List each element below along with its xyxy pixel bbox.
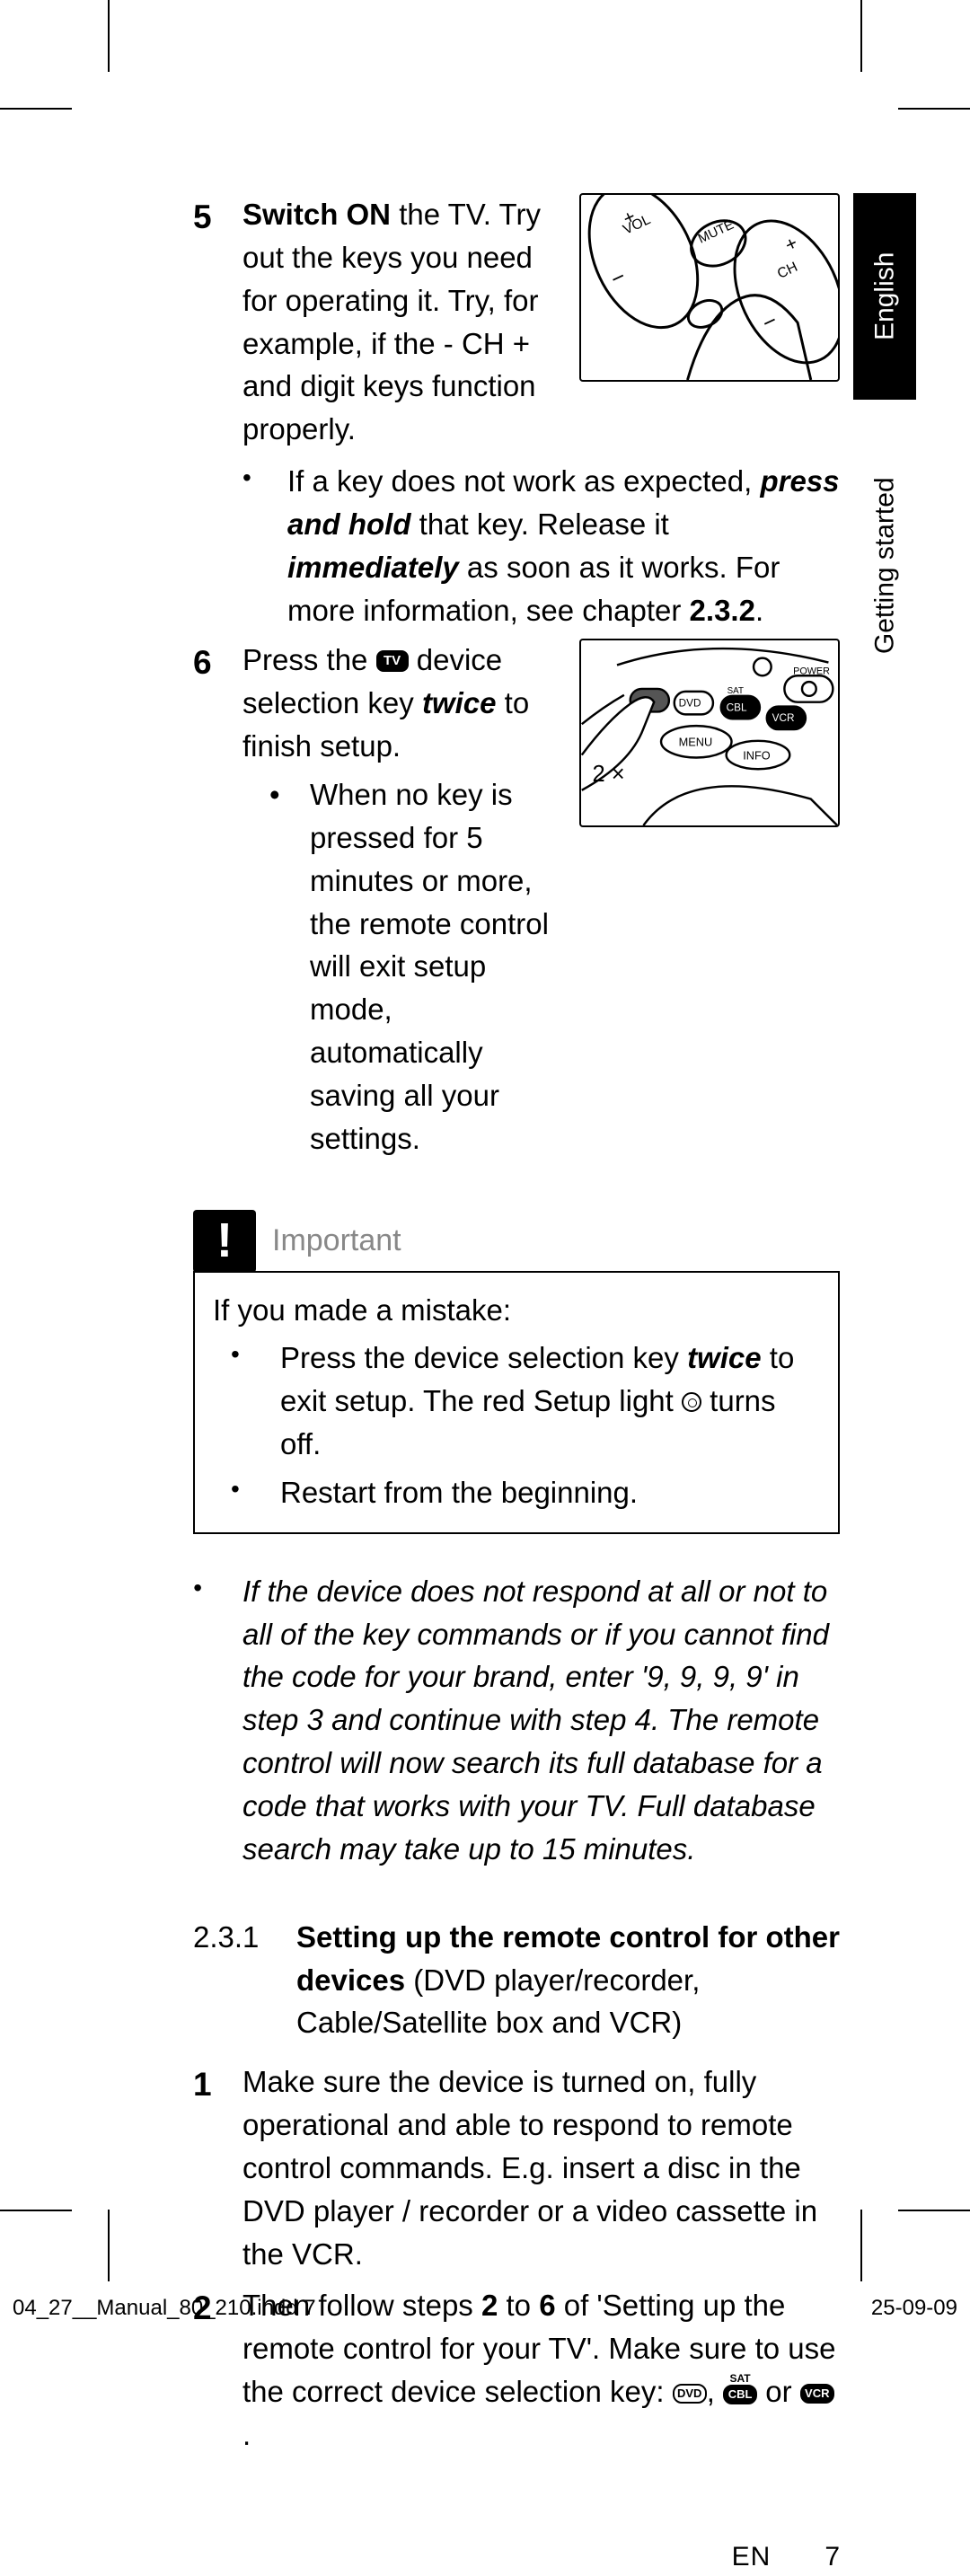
- section-2-3-1: 2.3.1 Setting up the remote control for …: [193, 1916, 840, 2045]
- step-6-text: Press the TV device selection key twice …: [242, 643, 529, 763]
- step-1-text: Make sure the device is turned on, fully…: [242, 2060, 840, 2275]
- step-5-number: 5: [193, 193, 242, 451]
- bullet-icon: •: [231, 1471, 280, 1514]
- step-1-number: 1: [193, 2060, 242, 2275]
- bullet-icon: •: [242, 460, 287, 631]
- svg-text:POWER: POWER: [793, 666, 830, 677]
- sat-cbl-key-icon: SATCBL: [723, 2373, 757, 2404]
- footer-page: 7: [824, 2537, 840, 2576]
- dvd-key-icon: DVD: [673, 2384, 707, 2404]
- tab-english-label: English: [865, 252, 904, 340]
- step-6-number: 6: [193, 639, 242, 1160]
- svg-text:VCR: VCR: [772, 713, 795, 725]
- section-title: Setting up the remote control for other …: [296, 1916, 840, 2045]
- svg-text:INFO: INFO: [743, 749, 771, 763]
- svg-text:2 ×: 2 ×: [593, 762, 625, 787]
- step-5: 5 VOL + − MUTE CH + −: [193, 193, 840, 451]
- page-footer: EN 7: [193, 2537, 840, 2576]
- svg-text:SAT: SAT: [728, 686, 744, 696]
- bullet-icon: •: [231, 1337, 280, 1466]
- step-5-bullet-text: If a key does not work as expected, pres…: [287, 460, 840, 631]
- tab-getting-started-label: Getting started: [865, 478, 904, 655]
- setup-light-icon: [682, 1392, 701, 1412]
- step-5-bullet: • If a key does not work as expected, pr…: [193, 460, 840, 631]
- figure-remote-volume: VOL + − MUTE CH + −: [579, 193, 840, 382]
- figure-remote-device-keys: POWER DVD SAT CBL VCR MENU INFO: [579, 639, 840, 827]
- important-intro: If you made a mistake:: [213, 1289, 820, 1332]
- important-icon: !: [193, 1210, 256, 1273]
- tab-getting-started: Getting started: [853, 436, 916, 696]
- step-1: 1 Make sure the device is turned on, ful…: [193, 2060, 840, 2275]
- svg-text:MENU: MENU: [679, 736, 713, 749]
- indd-date: 25-09-09: [871, 2293, 957, 2325]
- database-search-text: If the device does not respond at all or…: [242, 1570, 840, 1871]
- tab-english: English: [853, 193, 916, 400]
- vcr-key-icon: VCR: [800, 2384, 834, 2404]
- tv-key-icon: TV: [376, 650, 409, 672]
- svg-text:−: −: [758, 308, 780, 337]
- bullet-icon: •: [269, 773, 310, 1160]
- svg-text:CBL: CBL: [727, 702, 747, 714]
- bullet-icon: •: [193, 1570, 242, 1871]
- svg-text:CH: CH: [775, 260, 800, 282]
- svg-text:+: +: [781, 231, 801, 256]
- important-box: ! Important If you made a mistake: • Pre…: [193, 1210, 840, 1534]
- step-6: 6 POWER DVD SAT CBL: [193, 639, 840, 1160]
- database-search-note: • If the device does not respond at all …: [193, 1570, 840, 1871]
- important-bullet-2: • Restart from the beginning.: [213, 1471, 820, 1514]
- indd-file: 04_27__Manual_80_210.indd 7: [13, 2293, 316, 2325]
- step-6-sub-bullet: • When no key is pressed for 5 minutes o…: [242, 773, 566, 1160]
- important-label: Important: [272, 1219, 401, 1263]
- step-5-text: Switch ON the TV. Try out the keys you n…: [242, 198, 541, 446]
- page-content: 5 VOL + − MUTE CH + −: [193, 193, 840, 2576]
- svg-text:−: −: [607, 264, 630, 293]
- svg-text:DVD: DVD: [679, 698, 701, 710]
- side-tabs: English Getting started: [853, 193, 916, 696]
- step-6-sub-text: When no key is pressed for 5 minutes or …: [310, 773, 566, 1160]
- footer-lang: EN: [732, 2537, 772, 2576]
- section-number: 2.3.1: [193, 1916, 296, 2045]
- important-bullet-1: • Press the device selection key twice t…: [213, 1337, 820, 1466]
- indesign-slug: 04_27__Manual_80_210.indd 7 25-09-09: [0, 2293, 970, 2325]
